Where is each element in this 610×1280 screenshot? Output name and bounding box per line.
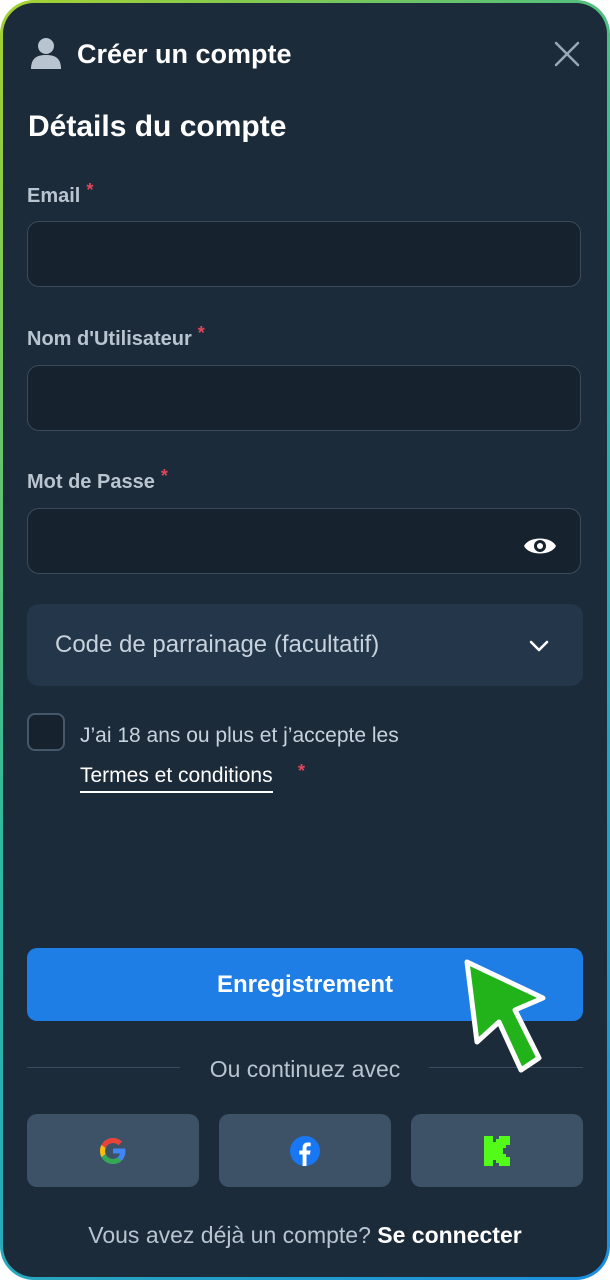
terms-text: J’ai 18 ans ou plus et j’accepte les [80, 724, 399, 747]
email-label: Email * [27, 180, 93, 208]
email-label-text: Email [27, 185, 81, 207]
login-prompt-text: Vous avez déjà un compte? [88, 1222, 371, 1248]
username-label-text: Nom d'Utilisateur [27, 328, 192, 350]
referral-code-dropdown[interactable]: Code de parrainage (facultatif) [27, 604, 583, 686]
password-label: Mot de Passe * [27, 466, 168, 494]
chevron-down-icon [529, 640, 549, 652]
login-prompt: Vous avez déjà un compte? Se connecter [3, 1222, 607, 1249]
signup-panel: Créer un compte Détails du compte Email *… [3, 3, 607, 1277]
section-title: Détails du compte [28, 110, 287, 143]
header-title: Créer un compte [77, 39, 292, 69]
kick-icon [484, 1135, 510, 1166]
referral-code-label: Code de parrainage (facultatif) [55, 631, 380, 658]
user-icon [31, 38, 61, 69]
facebook-icon [290, 1135, 320, 1166]
facebook-login-button[interactable] [219, 1114, 391, 1187]
login-link[interactable]: Se connecter [377, 1222, 521, 1248]
eye-icon[interactable] [523, 533, 557, 559]
password-label-text: Mot de Passe [27, 471, 155, 493]
username-field[interactable] [27, 365, 581, 431]
kick-login-button[interactable] [411, 1114, 583, 1187]
password-field[interactable] [27, 508, 581, 574]
google-icon [100, 1137, 126, 1164]
username-required-mark: * [197, 323, 205, 343]
pointer-cursor-icon [464, 959, 546, 1073]
terms-checkbox[interactable] [27, 713, 65, 751]
terms-required-mark: * [298, 761, 306, 781]
terms-link[interactable]: Termes et conditions [80, 764, 273, 793]
window-border: Créer un compte Détails du compte Email *… [0, 0, 610, 1280]
email-required-mark: * [86, 180, 94, 200]
username-label: Nom d'Utilisateur * [27, 323, 205, 351]
google-login-button[interactable] [27, 1114, 199, 1187]
close-icon[interactable] [552, 39, 582, 69]
password-required-mark: * [160, 466, 168, 486]
email-field[interactable] [27, 221, 581, 287]
